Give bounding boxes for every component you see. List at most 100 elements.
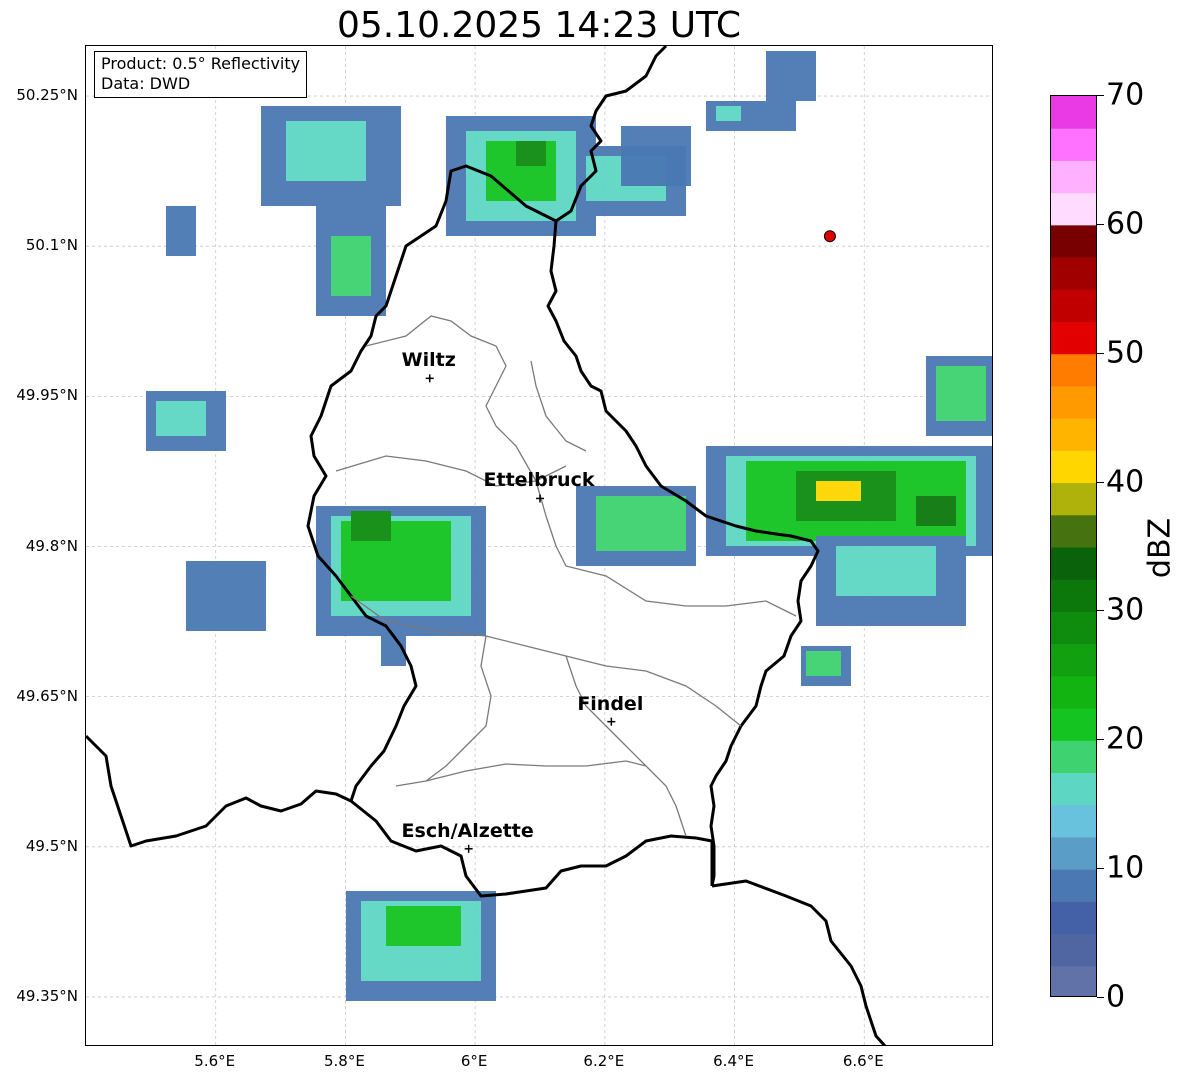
echo-cell (286, 121, 366, 181)
colorbar-segment (1051, 418, 1096, 451)
colorbar-segment (1051, 128, 1096, 161)
data-source-label: Data: DWD (101, 74, 191, 93)
colorbar-segment (1051, 836, 1096, 870)
colorbar-label: dBZ (1142, 517, 1178, 579)
city-marker (464, 844, 473, 853)
echo-cell (351, 511, 391, 541)
canton-border (565, 655, 687, 837)
colorbar-segment (1051, 192, 1096, 226)
colorbar-tick (1097, 352, 1104, 354)
echo-cluster-east (576, 356, 992, 686)
colorbar-segment (1051, 804, 1096, 838)
colorbar-segment (1051, 611, 1096, 645)
radar-echoes (146, 51, 992, 1001)
colorbar-segment (1051, 933, 1096, 967)
lat-tick-label: 49.35°N (16, 986, 78, 1005)
colorbar-tick-label: 30 (1106, 592, 1145, 628)
lat-tick-label: 50.25°N (16, 86, 78, 105)
canton-border (395, 760, 647, 787)
colorbar-segment (1051, 385, 1096, 419)
colorbar-segment (1051, 708, 1096, 741)
lon-tick-label: 6.2°E (583, 1052, 625, 1070)
colorbar-tick (1097, 223, 1104, 225)
colorbar-tick-label: 20 (1106, 721, 1145, 757)
echo-cell (386, 906, 461, 946)
echo-cell (916, 496, 956, 526)
echo-cell (836, 546, 936, 596)
canton-border (425, 635, 492, 782)
border-luxembourg-france (350, 799, 714, 898)
lat-tick-label: 49.5°N (25, 836, 78, 855)
echo-cell (596, 496, 686, 551)
colorbar-segment (1051, 547, 1096, 580)
city-label: Ettelbruck (483, 469, 595, 492)
colorbar-segment (1051, 643, 1096, 677)
echo-cell (516, 141, 546, 166)
colorbar-tick-label: 40 (1106, 464, 1145, 500)
colorbar-tick (1097, 868, 1104, 870)
city-marker (425, 374, 434, 383)
border-belgium-france (86, 734, 352, 848)
colorbar-segment (1051, 901, 1096, 935)
colorbar-segment (1051, 772, 1096, 806)
product-label: Product: 0.5° Reflectivity (101, 54, 301, 73)
info-box: Product: 0.5° Reflectivity Data: DWD (94, 51, 308, 98)
colorbar-segment (1051, 160, 1096, 194)
map-title: 05.10.2025 14:23 UTC (336, 5, 742, 46)
colorbar-tick (1097, 997, 1104, 998)
city-label: Esch/Alzette (401, 819, 534, 842)
echo-cell (716, 106, 741, 121)
colorbar-segment (1051, 321, 1096, 355)
lon-tick-label: 5.6°E (194, 1052, 236, 1070)
colorbar-segment (1051, 579, 1096, 612)
echo-cell (766, 51, 816, 101)
colorbar-segment (1051, 450, 1096, 484)
colorbar-segment (1051, 740, 1096, 773)
colorbar-tick-label: 50 (1106, 335, 1145, 371)
echo-cluster-south (346, 891, 496, 1001)
lat-tick-label: 50.1°N (25, 236, 78, 255)
colorbar-tick-label: 0 (1106, 979, 1126, 1015)
colorbar-segment (1051, 965, 1096, 996)
colorbar-segment (1051, 96, 1096, 129)
marker-layer (823, 230, 836, 243)
colorbar-segment (1051, 675, 1096, 709)
lon-tick-label: 6.6°E (842, 1052, 884, 1070)
colorbar-tick-label: 60 (1106, 206, 1145, 242)
echo-cluster-north (166, 106, 686, 316)
colorbar-tick (1097, 481, 1104, 483)
colorbar (1050, 95, 1097, 997)
canton-border (530, 360, 587, 452)
colorbar-segment (1051, 482, 1096, 516)
echo-cell (186, 561, 266, 631)
map-canvas (86, 46, 992, 1045)
lat-tick-label: 49.65°N (16, 686, 78, 705)
lat-tick-label: 49.95°N (16, 386, 78, 405)
echo-cell (936, 366, 986, 421)
colorbar-segment (1051, 257, 1096, 290)
city-label: Wiltz (401, 349, 456, 372)
echo-cell (331, 236, 371, 296)
echo-cluster-northeast (621, 51, 816, 186)
colorbar-tick-label: 10 (1106, 850, 1145, 886)
location-marker (823, 230, 836, 243)
echo-cluster-west (146, 391, 486, 666)
lon-tick-label: 5.8°E (324, 1052, 365, 1070)
colorbar-segment (1051, 514, 1096, 548)
colorbar-segment (1051, 224, 1096, 258)
city-marker (607, 717, 616, 726)
colorbar-segment (1051, 289, 1096, 322)
lon-tick-label: 6°E (460, 1052, 488, 1070)
colorbar-tick-label: 70 (1106, 77, 1145, 113)
radar-map[interactable] (85, 45, 993, 1046)
city-marker (536, 494, 544, 503)
echo-cell (806, 651, 841, 676)
colorbar-tick (1097, 610, 1104, 612)
lat-tick-label: 49.8°N (25, 536, 78, 555)
colorbar-tick (1097, 95, 1104, 96)
echo-cell (156, 401, 206, 436)
lon-tick-label: 6.4°E (713, 1052, 754, 1070)
echo-cell (816, 481, 861, 501)
colorbar-segment (1051, 353, 1096, 387)
echo-cell (621, 126, 691, 186)
